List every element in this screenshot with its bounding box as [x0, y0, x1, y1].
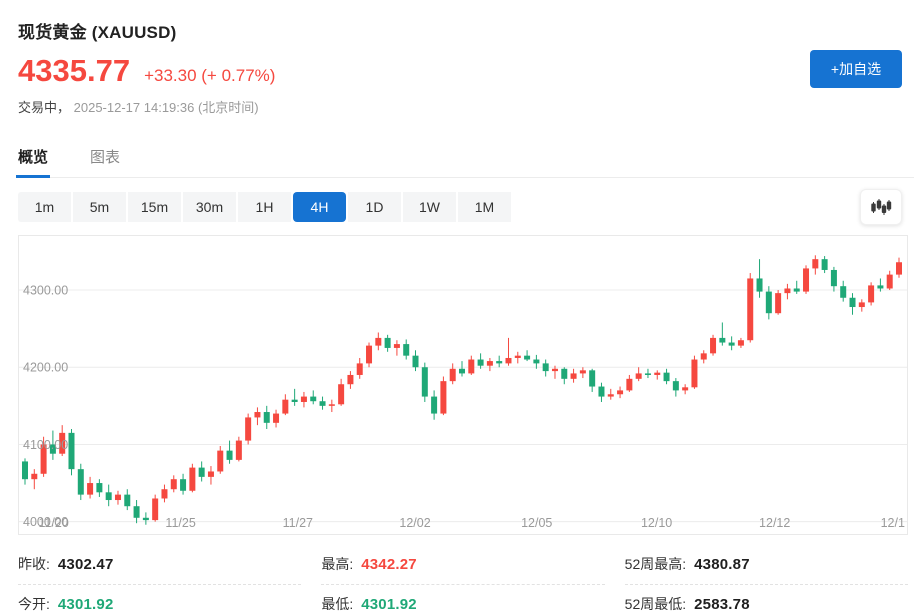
- stat-value: 4302.47: [58, 556, 114, 573]
- svg-text:12/12: 12/12: [759, 516, 790, 530]
- svg-text:12/02: 12/02: [399, 516, 430, 530]
- add-watchlist-button[interactable]: +加自选: [810, 50, 902, 88]
- svg-text:12/10: 12/10: [641, 516, 672, 530]
- stat-value: 2583.78: [694, 596, 750, 612]
- stat-label: 52周最低:: [625, 594, 686, 612]
- stat-label: 最低:: [321, 594, 353, 612]
- stat-row: 52周最高: 4380.87: [625, 545, 908, 585]
- stat-value: 4342.27: [361, 556, 417, 573]
- svg-text:4300.00: 4300.00: [23, 284, 68, 298]
- timeframe-button-5m[interactable]: 5m: [73, 192, 126, 222]
- candlestick-chart-canvas: 4300.004200.004100.004000.0011/2011/2511…: [19, 236, 907, 534]
- quote-timestamp: 2025-12-17 14:19:36 (北京时间): [74, 100, 259, 115]
- trading-state-label: 交易中，: [18, 100, 70, 115]
- svg-text:12/05: 12/05: [521, 516, 552, 530]
- stats-panel: 昨收: 4302.47 最高: 4342.27 52周最高: 4380.87 今开: 4301…: [18, 545, 908, 612]
- timeframe-button-1m[interactable]: 1M: [458, 192, 511, 222]
- timeframe-button-30m[interactable]: 30m: [183, 192, 236, 222]
- stat-value: 4301.92: [58, 596, 114, 612]
- svg-text:4100.00: 4100.00: [23, 438, 68, 452]
- svg-text:11/27: 11/27: [283, 516, 313, 530]
- svg-text:12/1: 12/1: [881, 516, 905, 530]
- stat-row: 52周最低: 2583.78: [625, 585, 908, 612]
- timeframe-button-15m[interactable]: 15m: [128, 192, 181, 222]
- timeframe-button-1h[interactable]: 1H: [238, 192, 291, 222]
- market-status: 交易中， 2025-12-17 14:19:36 (北京时间): [18, 97, 914, 116]
- stat-label: 昨收:: [18, 554, 50, 574]
- stat-row: 最高: 4342.27: [321, 545, 604, 585]
- stat-row: 今开: 4301.92: [18, 585, 301, 612]
- candlestick-icon: [870, 198, 892, 216]
- stat-value: 4301.92: [361, 596, 417, 612]
- tab-chart[interactable]: 图表: [90, 146, 120, 177]
- stat-value: 4380.87: [694, 556, 750, 573]
- stat-label: 52周最高:: [625, 554, 686, 574]
- candlestick-chart[interactable]: 4300.004200.004100.004000.0011/2011/2511…: [18, 235, 908, 535]
- stat-row: 昨收: 4302.47: [18, 545, 301, 585]
- page-title: 现货黄金 (XAUUSD): [18, 18, 914, 43]
- svg-text:11/20: 11/20: [38, 516, 68, 530]
- last-price: 4335.77: [18, 53, 130, 89]
- svg-text:11/25: 11/25: [165, 516, 195, 530]
- tab-overview[interactable]: 概览: [18, 146, 48, 177]
- timeframe-button-4h[interactable]: 4H: [293, 192, 346, 222]
- timeframe-button-1w[interactable]: 1W: [403, 192, 456, 222]
- tab-bar: 概览 图表: [18, 146, 914, 178]
- stat-row: 最低: 4301.92: [321, 585, 604, 612]
- price-row: 4335.77 +33.30 (+ 0.77%): [18, 53, 914, 89]
- price-change: +33.30 (+ 0.77%): [144, 66, 275, 86]
- quote-page: 现货黄金 (XAUUSD) 4335.77 +33.30 (+ 0.77%) 交…: [0, 0, 914, 612]
- stat-label: 今开:: [18, 594, 50, 612]
- timeframe-button-1d[interactable]: 1D: [348, 192, 401, 222]
- stat-label: 最高:: [321, 554, 353, 574]
- svg-text:4200.00: 4200.00: [23, 361, 68, 375]
- timeframe-button-1m[interactable]: 1m: [18, 192, 71, 222]
- timeframe-bar: 1m5m15m30m1H4H1D1W1M: [18, 192, 908, 222]
- chart-style-button[interactable]: [860, 189, 902, 225]
